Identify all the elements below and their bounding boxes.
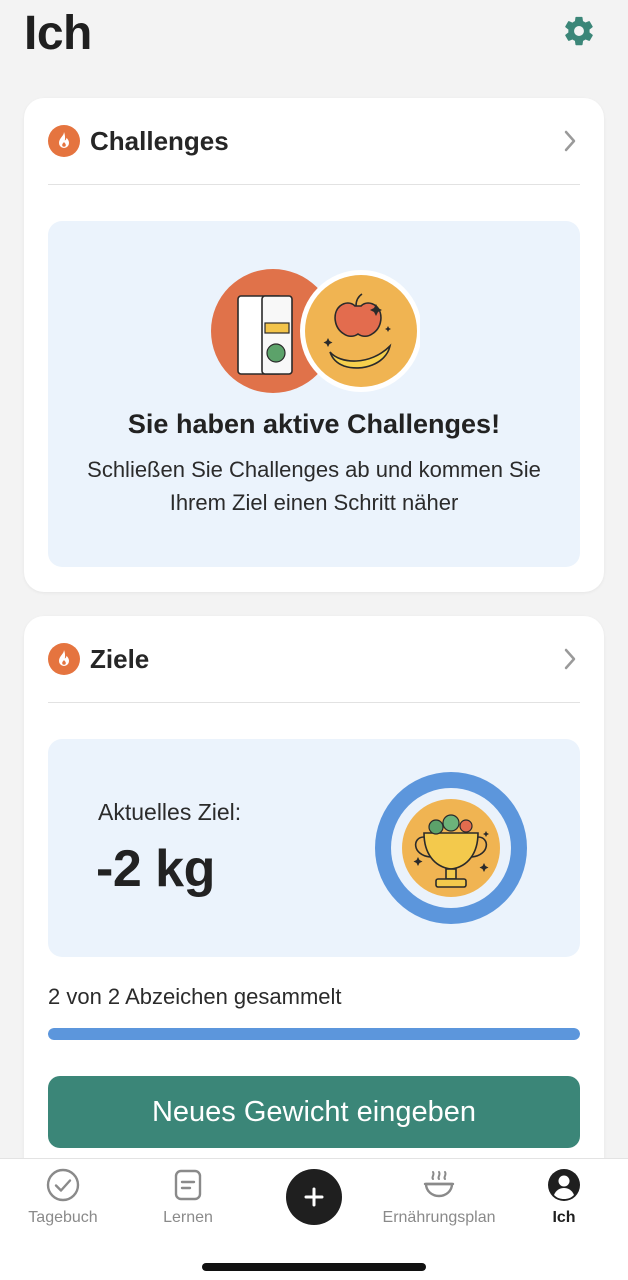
chevron-right-icon [564,130,576,152]
plus-icon [304,1187,324,1207]
current-goal-panel[interactable]: Aktuelles Ziel: -2 kg [48,739,580,957]
tab-label: Tagebuch [28,1209,98,1226]
current-goal-value: -2 kg [96,840,215,898]
challenge-illustration [211,269,420,393]
add-button[interactable] [286,1169,342,1225]
tab-tagebuch[interactable]: Tagebuch [0,1167,126,1237]
flame-icon [48,125,80,157]
challenges-heading: Sie haben aktive Challenges! [127,409,501,439]
challenges-title: Challenges [90,125,229,156]
goals-title: Ziele [90,643,150,674]
page-title: Ich [24,7,92,60]
challenges-card: Challenges Sie haben aktive Challenges! [24,98,604,592]
badges-progress-text: 2 von 2 Abzeichen gesammelt [48,984,342,1009]
bowl-icon [423,1171,455,1198]
tab-label: Lernen [163,1209,213,1226]
document-icon [174,1169,202,1201]
gear-icon [565,16,593,46]
current-goal-label: Aktuelles Ziel: [98,799,242,825]
enter-new-weight-button[interactable]: Neues Gewicht eingeben [48,1076,580,1148]
badges-progress-bar [48,1028,580,1040]
badges-progress-fill [48,1028,580,1040]
tab-label: Ich [552,1209,576,1226]
flame-icon [48,643,80,675]
tab-bar: Tagebuch Lernen Ernährungsplan Ich [0,1158,628,1280]
tab-ernaehrungsplan[interactable]: Ernährungsplan [376,1167,502,1237]
challenges-header[interactable]: Challenges [24,98,604,184]
tab-lernen[interactable]: Lernen [125,1167,251,1237]
challenges-panel: Sie haben aktive Challenges! Schließen S… [48,221,580,567]
check-circle-icon [46,1168,80,1202]
divider [48,184,580,185]
trophy-badge-icon [375,772,527,924]
settings-button[interactable] [560,12,598,50]
goals-card: Ziele Aktuelles Ziel: -2 kg 2 von 2 Abze… [24,616,604,1176]
divider [48,702,580,703]
home-indicator [202,1263,426,1271]
tab-label: Ernährungsplan [382,1209,496,1226]
tab-ich[interactable]: Ich [501,1167,627,1237]
challenges-subtext: Schließen Sie Challenges ab und kommen S… [87,457,541,515]
chevron-right-icon [564,648,576,670]
profile-icon [548,1169,580,1201]
goals-header[interactable]: Ziele [24,616,604,702]
